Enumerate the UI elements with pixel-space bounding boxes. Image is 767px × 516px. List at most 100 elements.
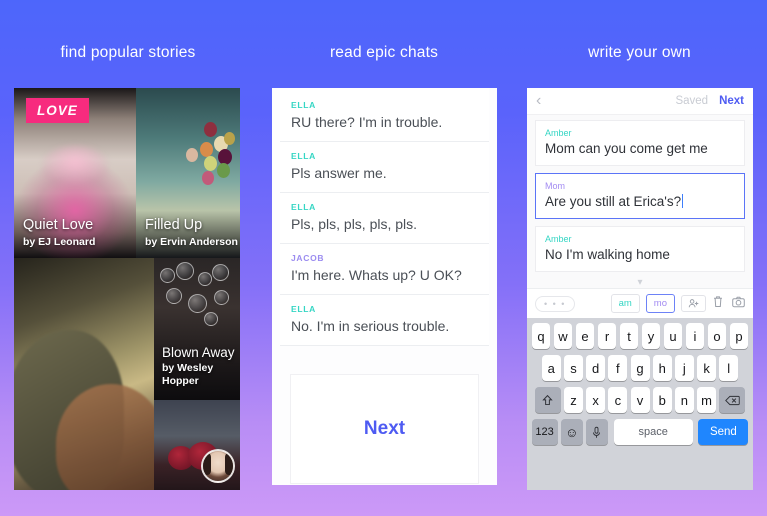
microphone-icon	[593, 426, 601, 438]
key-g[interactable]: g	[630, 355, 650, 381]
key-f[interactable]: f	[608, 355, 628, 381]
key-h[interactable]: h	[652, 355, 672, 381]
emoji-key[interactable]: ☺	[560, 419, 583, 445]
column-headers: find popular stories read epic chats wri…	[0, 44, 767, 62]
key-d[interactable]: d	[586, 355, 606, 381]
keyboard-row-2: a s d f g h j k l	[530, 355, 750, 381]
chat-message[interactable]: ELLA Pls, pls, pls, pls, pls.	[280, 193, 489, 244]
space-key[interactable]: space	[613, 419, 693, 445]
story-author: by Ervin Anderson	[145, 236, 238, 248]
key-a[interactable]: a	[541, 355, 561, 381]
love-badge: LOVE	[26, 98, 89, 123]
speaker-tag-mom[interactable]: mo	[645, 294, 675, 313]
collapse-chevron-icon[interactable]: ▾	[535, 278, 745, 288]
key-b[interactable]: b	[652, 387, 672, 413]
chat-message[interactable]: ELLA RU there? I'm in trouble.	[280, 88, 489, 142]
story-title: Blown Away	[162, 345, 235, 360]
key-y[interactable]: y	[641, 323, 661, 349]
backspace-key[interactable]	[719, 387, 746, 413]
onscreen-keyboard: q w e r t y u i o p a s d f g h j k l z …	[527, 318, 753, 490]
balloons-decoration	[174, 122, 236, 196]
key-v[interactable]: v	[630, 387, 650, 413]
key-n[interactable]: n	[674, 387, 694, 413]
story-card-filled-up[interactable]: Filled Up by Ervin Anderson	[136, 88, 240, 258]
stories-row-top: LOVE Quiet Love by EJ Leonard Filled Up …	[14, 88, 240, 258]
back-chevron-icon[interactable]: ‹	[536, 93, 541, 109]
delete-button[interactable]	[712, 295, 724, 313]
next-button[interactable]: Next	[290, 374, 479, 484]
key-c[interactable]: c	[608, 387, 628, 413]
editor-toolbar: • • • am mo	[527, 288, 753, 318]
story-card-couple-image[interactable]	[14, 258, 154, 490]
key-o[interactable]: o	[707, 323, 727, 349]
chat-message[interactable]: ELLA No. I'm in serious trouble.	[280, 295, 489, 346]
stories-right-stack: Blown Away by Wesley Hopper	[154, 258, 240, 490]
chat-author: JACOB	[291, 253, 325, 263]
editor-panel: ‹ Saved Next Amber Mom can you come get …	[527, 88, 753, 490]
editor-bubble[interactable]: Amber No I'm walking home	[535, 226, 745, 272]
key-w[interactable]: w	[553, 323, 573, 349]
key-e[interactable]: e	[575, 323, 595, 349]
camera-button[interactable]	[732, 295, 745, 313]
camera-icon	[732, 296, 745, 307]
bubble-input[interactable]: Are you still at Erica's?	[545, 194, 735, 209]
story-meta: Quiet Love by EJ Leonard	[23, 217, 95, 249]
speaker-tag-amber[interactable]: am	[610, 294, 640, 313]
key-m[interactable]: m	[697, 387, 717, 413]
chat-message[interactable]: JACOB I'm here. Whats up? U OK?	[280, 244, 489, 295]
key-s[interactable]: s	[563, 355, 583, 381]
story-card-quiet-love[interactable]: LOVE Quiet Love by EJ Leonard	[14, 88, 136, 258]
microphone-key[interactable]	[585, 419, 608, 445]
header-read-chats: read epic chats	[329, 44, 439, 61]
avatar	[201, 449, 235, 483]
chat-text: Pls answer me.	[291, 165, 387, 181]
backspace-icon	[724, 395, 740, 405]
header-find-stories: find popular stories	[60, 44, 196, 61]
editor-navbar: ‹ Saved Next	[527, 88, 753, 115]
key-z[interactable]: z	[563, 387, 583, 413]
stories-panel: LOVE Quiet Love by EJ Leonard Filled Up …	[14, 88, 240, 490]
key-l[interactable]: l	[719, 355, 739, 381]
key-q[interactable]: q	[531, 323, 551, 349]
numbers-key[interactable]: 123	[531, 419, 558, 445]
person-plus-icon	[688, 299, 699, 308]
story-card-roses-image[interactable]	[154, 400, 240, 490]
story-meta: Filled Up by Ervin Anderson	[145, 217, 238, 249]
shift-key[interactable]	[534, 387, 561, 413]
chat-panel: ELLA RU there? I'm in trouble. ELLA Pls …	[272, 88, 497, 485]
story-card-blown-away[interactable]: Blown Away by Wesley Hopper	[154, 258, 240, 400]
more-options-button[interactable]: • • •	[535, 295, 575, 312]
key-j[interactable]: j	[674, 355, 694, 381]
key-x[interactable]: x	[586, 387, 606, 413]
keyboard-row-1: q w e r t y u i o p	[530, 323, 750, 349]
bubble-input-value: Are you still at Erica's?	[545, 194, 682, 209]
text-caret	[682, 194, 684, 208]
add-person-button[interactable]	[681, 295, 706, 312]
send-key[interactable]: Send	[698, 419, 749, 445]
header-write-own: write your own	[588, 44, 691, 61]
next-link[interactable]: Next	[719, 95, 744, 107]
saved-status: Saved	[675, 95, 709, 107]
key-p[interactable]: p	[729, 323, 749, 349]
editor-bubble[interactable]: Amber Mom can you come get me	[535, 120, 745, 166]
next-button-label: Next	[363, 418, 406, 439]
story-meta: Blown Away by Wesley Hopper	[162, 345, 240, 388]
keyboard-row-4: 123 ☺ space Send	[530, 419, 750, 445]
chat-author: ELLA	[291, 100, 316, 110]
chat-text: No. I'm in serious trouble.	[291, 318, 450, 334]
key-i[interactable]: i	[685, 323, 705, 349]
bubble-author: Mom	[545, 181, 565, 191]
story-author: by EJ Leonard	[23, 236, 96, 248]
bubble-text: No I'm walking home	[545, 247, 670, 262]
stories-row-bottom: Blown Away by Wesley Hopper	[14, 258, 240, 490]
key-u[interactable]: u	[663, 323, 683, 349]
key-r[interactable]: r	[597, 323, 617, 349]
story-author: by Wesley Hopper	[162, 362, 214, 387]
chat-text: RU there? I'm in trouble.	[291, 114, 443, 130]
key-k[interactable]: k	[697, 355, 717, 381]
bubble-author: Amber	[545, 234, 572, 244]
key-t[interactable]: t	[619, 323, 639, 349]
editor-bubble-active[interactable]: Mom Are you still at Erica's?	[535, 173, 745, 219]
chat-text: I'm here. Whats up? U OK?	[291, 267, 462, 283]
chat-message[interactable]: ELLA Pls answer me.	[280, 142, 489, 193]
